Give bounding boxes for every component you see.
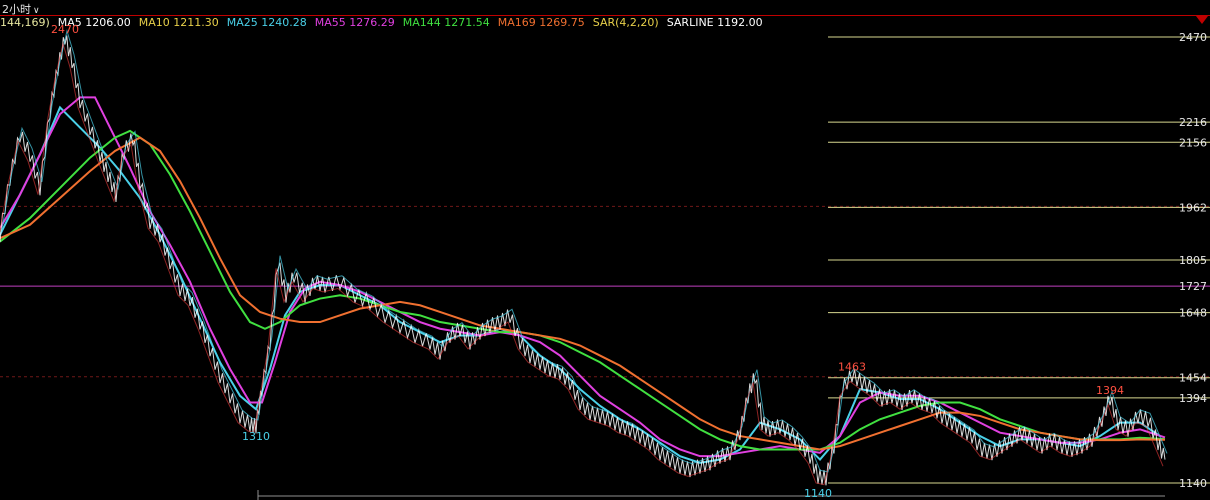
extreme-label: 1310	[242, 430, 270, 443]
fib-level-label: 1805	[1179, 254, 1207, 267]
extreme-label: 2470	[51, 23, 79, 36]
fib-level-label: 2470	[1179, 31, 1207, 44]
fib-level-label: 2216	[1179, 116, 1207, 129]
fib-level-label: 1727	[1179, 280, 1207, 293]
fib-level-label: 2156	[1179, 136, 1207, 149]
price-chart[interactable]: 2470 2216 2156 1962 1805 1727 1648 1454 1394 1140…	[0, 0, 1210, 500]
fib-level-label: 1648	[1179, 307, 1207, 320]
series-ma144-line	[0, 129, 1166, 451]
fib-level-label: 1962	[1179, 201, 1207, 214]
fib-level-label: 1394	[1179, 392, 1207, 405]
price-shadow-line	[1, 29, 1168, 473]
fib-level-label: 1454	[1179, 372, 1207, 385]
fib-level-label: 1140	[1179, 477, 1207, 490]
extreme-label: 1463	[838, 361, 866, 374]
extreme-label: 1394	[1096, 384, 1124, 397]
extreme-label: 1140	[804, 487, 832, 500]
